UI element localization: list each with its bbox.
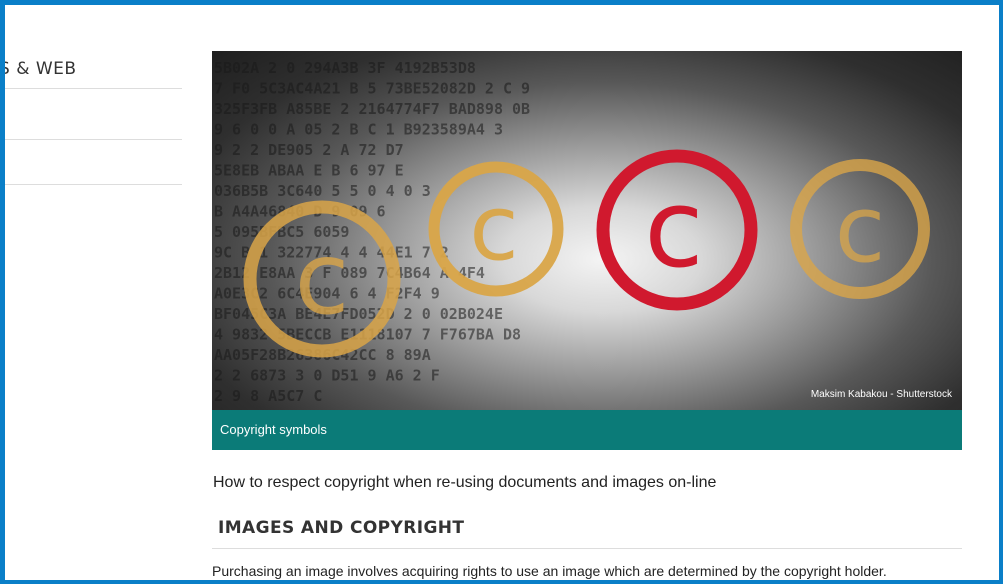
window-frame-right [999,0,1003,584]
hero-hex-text-line: 036B5B 3C640 5 5 0 4 0 3 [214,182,431,200]
svg-text:c: c [835,176,886,283]
body-paragraph: Purchasing an image involves acquiring r… [212,563,887,580]
intro-text: How to respect copyright when re-using d… [213,474,717,491]
image-caption: Copyright symbols [212,410,962,450]
svg-text:c: c [644,167,703,292]
main-content: 5B02A 2 0 294A3B 3F 4192B53D8 7 F0 5C3AC4… [212,51,962,584]
hero-hex-text-line: 9 2 2 DE905 2 A 72 D7 [214,141,404,159]
hero-image: 5B02A 2 0 294A3B 3F 4192B53D8 7 F0 5C3AC4… [212,51,962,410]
svg-text:c: c [469,176,518,281]
sidebar-heading[interactable]: S & WEB [5,52,182,89]
copyright-icon-gold-middle: c [428,161,564,297]
hero-hex-text-line: 5E8EB ABAA E B 6 97 E [214,162,404,180]
hero-hex-text-line: 2 9 8 A5C7 C [214,387,322,405]
image-credit: Maksim Kabakou - Shutterstock [810,389,952,400]
copyright-icon-gold-right: c [790,159,930,299]
sidebar-item-2[interactable] [5,140,182,185]
copyright-icon-red: c [596,149,758,311]
hero-hex-text-line: 325F3FB A85BE 2 2164774F7 BAD898 0B [214,100,530,118]
sidebar-item-1[interactable] [5,89,182,140]
hero-hex-text-line: 5B02A 2 0 294A3B 3F 4192B53D8 [214,59,476,77]
section-heading: IMAGES AND COPYRIGHT [212,518,962,549]
hero-figure: 5B02A 2 0 294A3B 3F 4192B53D8 7 F0 5C3AC4… [212,51,962,450]
hero-hex-text-line: 2 2 6873 3 0 D51 9 A6 2 F [214,367,440,385]
sidebar-nav: S & WEB [5,52,182,185]
hero-hex-text-line: 9 6 0 0 A 05 2 B C 1 B923589A4 3 [214,121,503,139]
svg-text:c: c [295,220,350,337]
hero-hex-text-line: 7 F0 5C3AC4A21 B 5 73BE52082D 2 C 9 [214,80,530,98]
window-frame-top [0,0,1003,5]
hero-illustration: 5B02A 2 0 294A3B 3F 4192B53D8 7 F0 5C3AC4… [214,59,930,405]
